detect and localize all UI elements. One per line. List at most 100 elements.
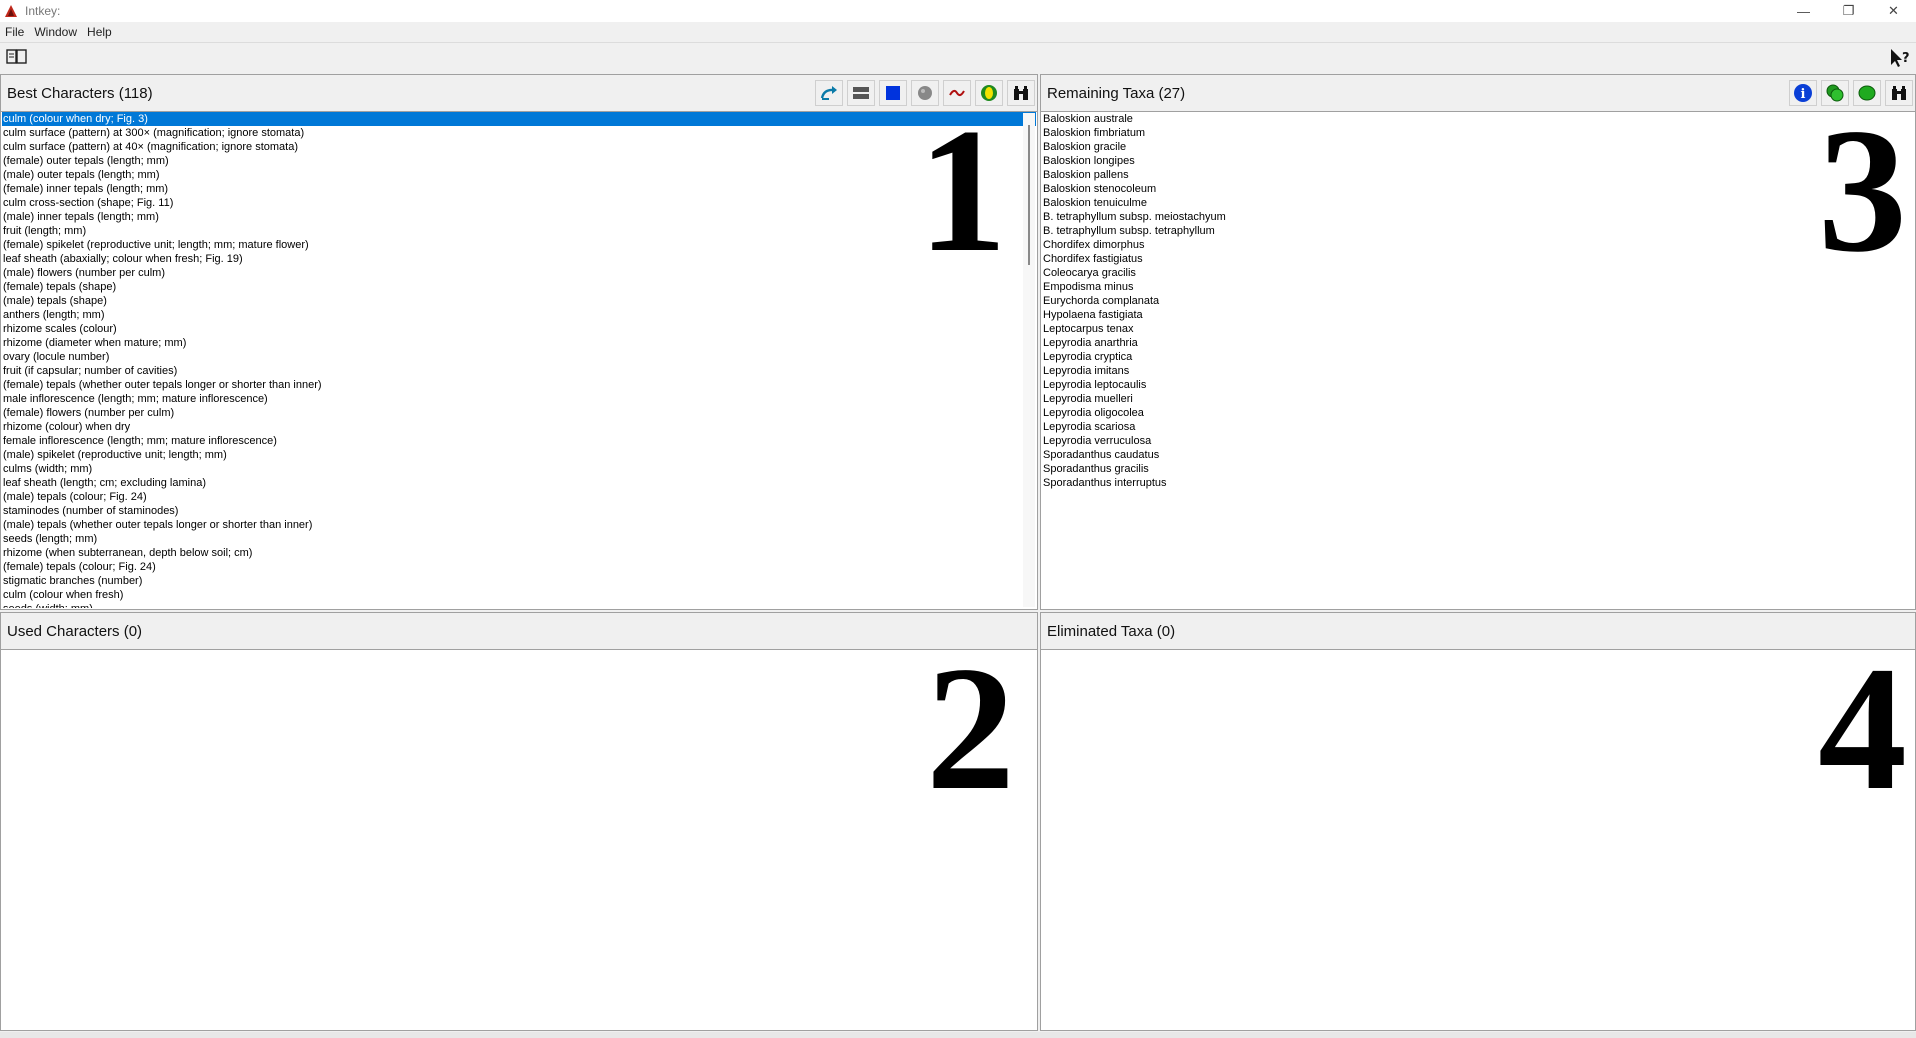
character-list-item[interactable]: (male) tepals (colour; Fig. 24): [2, 490, 1036, 504]
best-characters-scrollbar[interactable]: [1023, 113, 1035, 607]
character-list-item[interactable]: culms (width; mm): [2, 462, 1036, 476]
taxon-list-item[interactable]: Lepyrodia verruculosa: [1042, 434, 1914, 448]
taxon-list-item[interactable]: Empodisma minus: [1042, 280, 1914, 294]
character-list-item[interactable]: fruit (length; mm): [2, 224, 1036, 238]
pane-marker-2: 2: [926, 629, 1015, 827]
character-list-item[interactable]: (female) tepals (shape): [2, 280, 1036, 294]
character-list-item[interactable]: (female) tepals (whether outer tepals lo…: [2, 378, 1036, 392]
taxon-list-item[interactable]: Baloskion longipes: [1042, 154, 1914, 168]
remaining-taxa-title: Remaining Taxa (27): [1047, 84, 1186, 102]
pane-marker-1: 1: [918, 91, 1007, 289]
character-list-item[interactable]: ovary (locule number): [2, 350, 1036, 364]
restart-icon[interactable]: [815, 80, 843, 106]
character-list-item[interactable]: rhizome (diameter when mature; mm): [2, 336, 1036, 350]
character-list-item[interactable]: female inflorescence (length; mm; mature…: [2, 434, 1036, 448]
order-icon[interactable]: [847, 80, 875, 106]
minimize-button[interactable]: —: [1781, 0, 1826, 22]
character-list-item[interactable]: (female) outer tepals (length; mm): [2, 154, 1036, 168]
taxon-list-item[interactable]: B. tetraphyllum subsp. tetraphyllum: [1042, 224, 1914, 238]
eliminated-taxa-header: Eliminated Taxa (0): [1041, 613, 1915, 650]
square-icon[interactable]: [879, 80, 907, 106]
taxon-list-item[interactable]: Baloskion fimbriatum: [1042, 126, 1914, 140]
pane-marker-3: 3: [1818, 91, 1907, 289]
taxon-list-item[interactable]: Chordifex fastigiatus: [1042, 252, 1914, 266]
scroll-thumb[interactable]: [1028, 125, 1030, 265]
character-list-item[interactable]: culm surface (pattern) at 300× (magnific…: [2, 126, 1036, 140]
character-list-item[interactable]: rhizome (when subterranean, depth below …: [2, 546, 1036, 560]
character-list-item[interactable]: culm (colour when fresh): [2, 588, 1036, 602]
character-list-item[interactable]: anthers (length; mm): [2, 308, 1036, 322]
taxon-list-item[interactable]: Leptocarpus tenax: [1042, 322, 1914, 336]
taxon-list-item[interactable]: Lepyrodia muelleri: [1042, 392, 1914, 406]
used-characters-title: Used Characters (0): [7, 622, 143, 640]
character-list-item[interactable]: seeds (length; mm): [2, 532, 1036, 546]
character-list-item[interactable]: (male) spikelet (reproductive unit; leng…: [2, 448, 1036, 462]
character-list-item[interactable]: (male) tepals (whether outer tepals long…: [2, 518, 1036, 532]
taxon-list-item[interactable]: B. tetraphyllum subsp. meiostachyum: [1042, 210, 1914, 224]
remaining-taxa-pane: Remaining Taxa (27) i Baloskion australe…: [1040, 74, 1916, 610]
remaining-taxa-list[interactable]: Baloskion australe Baloskion fimbriatum Ba…: [1042, 112, 1914, 608]
character-list-item[interactable]: male inflorescence (length; mm; mature i…: [2, 392, 1036, 406]
taxon-list-item[interactable]: Lepyrodia oligocolea: [1042, 406, 1914, 420]
taxon-list-item[interactable]: Eurychorda complanata: [1042, 294, 1914, 308]
window-title: Intkey:: [25, 4, 61, 18]
eliminated-taxa-pane: Eliminated Taxa (0) 4: [1040, 612, 1916, 1031]
taxon-list-item[interactable]: Chordifex dimorphus: [1042, 238, 1914, 252]
used-characters-list[interactable]: [2, 650, 1036, 1029]
character-list-item[interactable]: staminodes (number of staminodes): [2, 504, 1036, 518]
best-characters-list[interactable]: culm (colour when dry; Fig. 3) culm surfa…: [2, 112, 1036, 608]
taxon-list-item[interactable]: Lepyrodia cryptica: [1042, 350, 1914, 364]
character-list-item[interactable]: culm surface (pattern) at 40× (magnifica…: [2, 140, 1036, 154]
taxon-list-item[interactable]: Baloskion pallens: [1042, 168, 1914, 182]
character-list-item[interactable]: culm (colour when dry; Fig. 3): [2, 112, 1036, 126]
svg-text:i: i: [1801, 87, 1806, 102]
character-list-item[interactable]: seeds (width; mm): [2, 602, 1036, 608]
taxon-list-item[interactable]: Baloskion stenocoleum: [1042, 182, 1914, 196]
taxon-list-item[interactable]: Lepyrodia imitans: [1042, 364, 1914, 378]
character-list-item[interactable]: fruit (if capsular; number of cavities): [2, 364, 1036, 378]
character-list-item[interactable]: rhizome scales (colour): [2, 322, 1036, 336]
pane-marker-4: 4: [1818, 629, 1907, 827]
taxon-list-item[interactable]: Sporadanthus interruptus: [1042, 476, 1914, 490]
taxon-list-item[interactable]: Sporadanthus caudatus: [1042, 448, 1914, 462]
best-characters-header: Best Characters (118): [1, 75, 1037, 112]
used-characters-header: Used Characters (0): [1, 613, 1037, 650]
restore-button[interactable]: ❐: [1826, 0, 1871, 22]
taxon-list-item[interactable]: Lepyrodia leptocaulis: [1042, 378, 1914, 392]
info-icon[interactable]: i: [1789, 80, 1817, 106]
character-list-item[interactable]: (female) tepals (colour; Fig. 24): [2, 560, 1036, 574]
close-button[interactable]: ✕: [1871, 0, 1916, 22]
svg-text:?: ?: [1902, 51, 1910, 66]
character-list-item[interactable]: (male) tepals (shape): [2, 294, 1036, 308]
taxon-list-item[interactable]: Lepyrodia anarthria: [1042, 336, 1914, 350]
menu-window[interactable]: Window: [29, 25, 82, 39]
binoculars-icon[interactable]: [1007, 80, 1035, 106]
character-list-item[interactable]: leaf sheath (length; cm; excluding lamin…: [2, 476, 1036, 490]
book-icon[interactable]: [6, 48, 28, 66]
character-list-item[interactable]: (female) flowers (number per culm): [2, 406, 1036, 420]
character-list-item[interactable]: rhizome (colour) when dry: [2, 420, 1036, 434]
character-list-item[interactable]: culm cross-section (shape; Fig. 11): [2, 196, 1036, 210]
character-list-item[interactable]: leaf sheath (abaxially; colour when fres…: [2, 252, 1036, 266]
context-help-icon[interactable]: ?: [1888, 47, 1912, 69]
character-list-item[interactable]: (female) spikelet (reproductive unit; le…: [2, 238, 1036, 252]
character-list-item[interactable]: (female) inner tepals (length; mm): [2, 182, 1036, 196]
taxon-list-item[interactable]: Sporadanthus gracilis: [1042, 462, 1914, 476]
menu-help[interactable]: Help: [82, 25, 117, 39]
main-toolbar: ?: [0, 42, 1916, 74]
eliminated-taxa-list[interactable]: [1042, 650, 1914, 1029]
app-logo-icon: [4, 4, 18, 18]
menu-file[interactable]: File: [0, 25, 29, 39]
taxon-list-item[interactable]: Coleocarya gracilis: [1042, 266, 1914, 280]
best-characters-title: Best Characters (118): [7, 84, 153, 102]
character-list-item[interactable]: (male) inner tepals (length; mm): [2, 210, 1036, 224]
taxon-list-item[interactable]: Baloskion gracile: [1042, 140, 1914, 154]
taxon-list-item[interactable]: Baloskion tenuiculme: [1042, 196, 1914, 210]
taxon-list-item[interactable]: Baloskion australe: [1042, 112, 1914, 126]
character-list-item[interactable]: (male) flowers (number per culm): [2, 266, 1036, 280]
taxon-list-item[interactable]: Hypolaena fastigiata: [1042, 308, 1914, 322]
taxon-list-item[interactable]: Lepyrodia scariosa: [1042, 420, 1914, 434]
character-list-item[interactable]: stigmatic branches (number): [2, 574, 1036, 588]
menu-bar: File Window Help: [0, 22, 1916, 42]
character-list-item[interactable]: (male) outer tepals (length; mm): [2, 168, 1036, 182]
